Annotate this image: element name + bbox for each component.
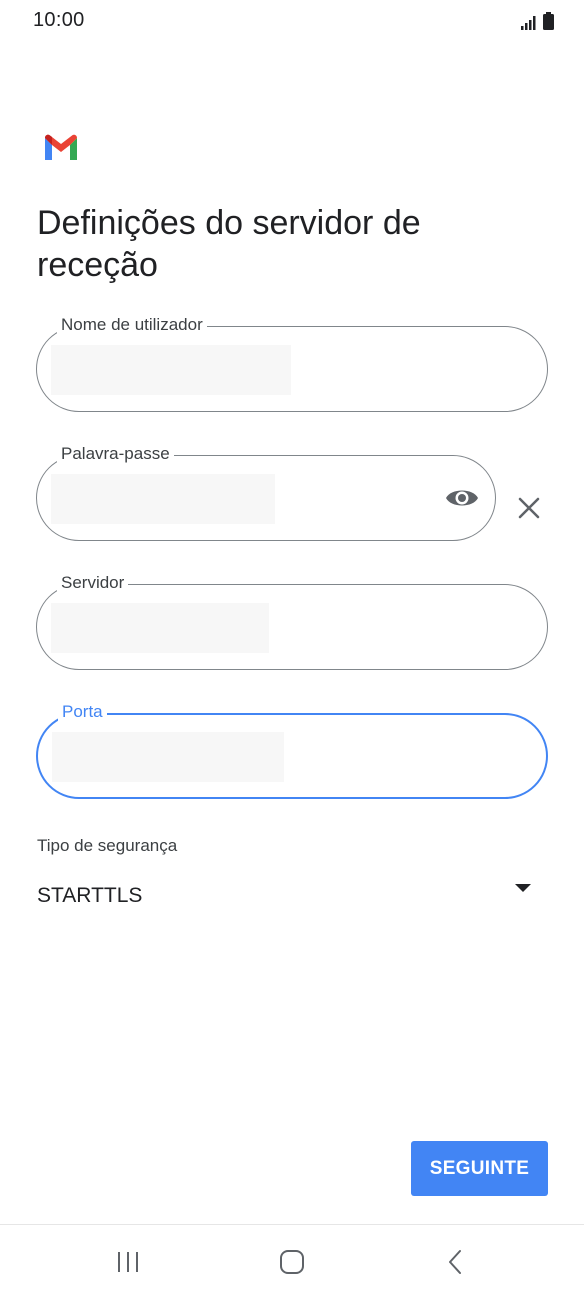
port-field[interactable]: Porta (36, 701, 548, 799)
next-button[interactable]: SEGUINTE (411, 1141, 548, 1196)
status-time: 10:00 (33, 9, 85, 31)
security-type-dropdown[interactable]: STARTTLS (37, 870, 537, 922)
navigation-bar (0, 1224, 584, 1297)
server-label: Servidor (57, 572, 129, 594)
password-label: Palavra-passe (57, 443, 174, 465)
gmail-logo-icon (45, 134, 77, 160)
username-field[interactable]: Nome de utilizador (36, 314, 548, 412)
port-label: Porta (58, 701, 107, 723)
status-icons (521, 12, 554, 30)
page-title: Definições do servidor de receção (37, 204, 421, 284)
recent-apps-icon[interactable] (108, 1245, 148, 1279)
server-input[interactable] (51, 603, 269, 653)
security-type-value: STARTTLS (37, 884, 143, 907)
username-label: Nome de utilizador (57, 314, 207, 336)
back-icon[interactable] (436, 1245, 476, 1279)
password-field[interactable]: Palavra-passe (36, 443, 496, 541)
password-input[interactable] (51, 474, 275, 524)
security-type-label: Tipo de segurança (37, 836, 178, 855)
home-icon[interactable] (272, 1245, 312, 1279)
port-input[interactable] (52, 732, 284, 782)
username-input[interactable] (51, 345, 291, 395)
battery-icon (543, 12, 554, 30)
close-icon[interactable] (516, 495, 542, 521)
signal-icon (521, 16, 536, 30)
eye-icon[interactable] (445, 484, 479, 512)
status-bar: 10:00 (0, 0, 584, 42)
server-field[interactable]: Servidor (36, 572, 548, 670)
dropdown-arrow-icon (515, 884, 531, 892)
